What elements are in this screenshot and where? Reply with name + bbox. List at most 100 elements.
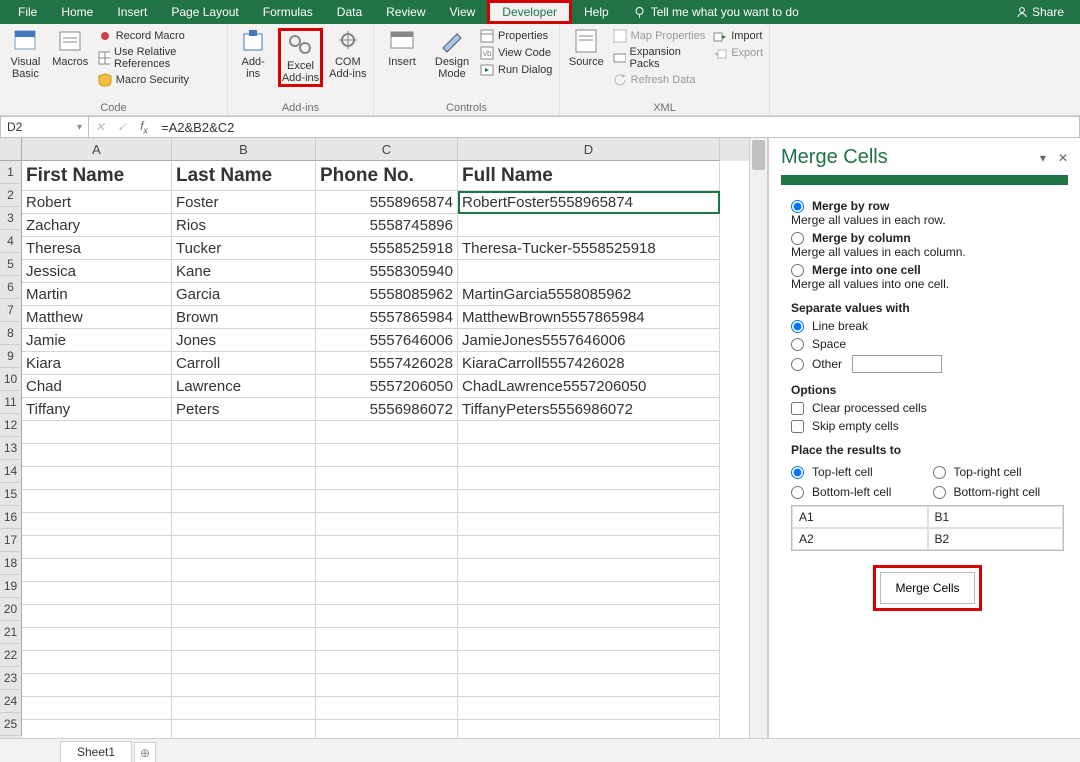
row-header[interactable]: 19 (0, 575, 22, 598)
cell-last[interactable]: Peters (172, 398, 316, 421)
empty-cell[interactable] (316, 697, 458, 720)
empty-cell[interactable] (172, 444, 316, 467)
select-all-corner[interactable] (0, 138, 22, 161)
empty-cell[interactable] (316, 536, 458, 559)
place-br-radio[interactable] (933, 486, 946, 499)
empty-cell[interactable] (316, 467, 458, 490)
empty-cell[interactable] (316, 490, 458, 513)
taskpane-menu-button[interactable]: ▾ (1040, 151, 1046, 165)
row-header[interactable]: 22 (0, 644, 22, 667)
result-cell-b1[interactable]: B1 (928, 506, 1064, 528)
empty-cell[interactable] (172, 421, 316, 444)
macros-button[interactable]: Macros (51, 28, 90, 68)
empty-cell[interactable] (22, 651, 172, 674)
clear-processed-checkbox[interactable] (791, 402, 804, 415)
cell-phone[interactable]: 5558965874 (316, 191, 458, 214)
sep-other-radio[interactable] (791, 358, 804, 371)
export-button[interactable]: Export (713, 45, 763, 61)
menu-developer[interactable]: Developer (490, 3, 569, 21)
empty-cell[interactable] (458, 582, 720, 605)
empty-cell[interactable] (316, 444, 458, 467)
row-header[interactable]: 4 (0, 230, 22, 253)
row-header[interactable]: 11 (0, 391, 22, 414)
empty-cell[interactable] (22, 674, 172, 697)
merge-by-column-option[interactable]: Merge by column (791, 231, 1064, 245)
insert-control-button[interactable]: Insert (380, 28, 424, 68)
menu-review[interactable]: Review (374, 0, 437, 24)
clear-processed-option[interactable]: Clear processed cells (791, 401, 1064, 415)
cell-first[interactable]: Tiffany (22, 398, 172, 421)
enter-formula-button[interactable]: ✓ (111, 120, 133, 134)
cell-last[interactable]: Rios (172, 214, 316, 237)
view-code-button[interactable]: vbView Code (480, 45, 552, 61)
cell-full[interactable] (458, 260, 720, 283)
cell-last[interactable]: Garcia (172, 283, 316, 306)
header-cell[interactable]: First Name (22, 161, 172, 191)
empty-cell[interactable] (22, 467, 172, 490)
empty-cell[interactable] (458, 605, 720, 628)
cell-last[interactable]: Foster (172, 191, 316, 214)
import-button[interactable]: Import (713, 28, 763, 44)
cell-phone[interactable]: 5558085962 (316, 283, 458, 306)
header-cell[interactable]: Last Name (172, 161, 316, 191)
empty-cell[interactable] (458, 444, 720, 467)
merge-by-row-option[interactable]: Merge by row (791, 199, 1064, 213)
expansion-packs-button[interactable]: Expansion Packs (613, 45, 708, 71)
menu-home[interactable]: Home (49, 0, 105, 24)
cell-first[interactable]: Robert (22, 191, 172, 214)
place-tr-radio[interactable] (933, 466, 946, 479)
cell-last[interactable]: Brown (172, 306, 316, 329)
empty-cell[interactable] (22, 720, 172, 738)
col-header-b[interactable]: B (172, 138, 316, 161)
row-header[interactable]: 8 (0, 322, 22, 345)
row-header[interactable]: 21 (0, 621, 22, 644)
cell-first[interactable]: Chad (22, 375, 172, 398)
row-header[interactable]: 12 (0, 414, 22, 437)
empty-cell[interactable] (458, 513, 720, 536)
cell-last[interactable]: Jones (172, 329, 316, 352)
empty-cell[interactable] (316, 628, 458, 651)
sep-line-break-radio[interactable] (791, 320, 804, 333)
empty-cell[interactable] (458, 720, 720, 738)
row-header[interactable]: 2 (0, 184, 22, 207)
add-sheet-button[interactable]: ⊕ (134, 742, 156, 762)
cancel-formula-button[interactable]: ✕ (89, 120, 111, 134)
row-header[interactable]: 18 (0, 552, 22, 575)
empty-cell[interactable] (22, 421, 172, 444)
empty-cell[interactable] (316, 674, 458, 697)
row-header[interactable]: 13 (0, 437, 22, 460)
place-bottom-left[interactable]: Bottom-left cell (791, 485, 923, 499)
macro-security-button[interactable]: Macro Security (98, 72, 221, 88)
cell-phone[interactable]: 5558305940 (316, 260, 458, 283)
place-bottom-right[interactable]: Bottom-right cell (933, 485, 1065, 499)
cell-first[interactable]: Kiara (22, 352, 172, 375)
empty-cell[interactable] (316, 582, 458, 605)
empty-cell[interactable] (458, 628, 720, 651)
empty-cell[interactable] (458, 536, 720, 559)
empty-cell[interactable] (22, 628, 172, 651)
sep-other-input[interactable] (852, 355, 942, 373)
empty-cell[interactable] (172, 697, 316, 720)
com-addins-button[interactable]: COM Add-ins (329, 28, 367, 80)
menu-page-layout[interactable]: Page Layout (159, 0, 250, 24)
formula-input[interactable]: =A2&B2&C2 (155, 120, 1079, 135)
empty-cell[interactable] (316, 605, 458, 628)
row-header[interactable]: 6 (0, 276, 22, 299)
header-cell[interactable]: Full Name (458, 161, 720, 191)
cell-phone[interactable]: 5557426028 (316, 352, 458, 375)
empty-cell[interactable] (172, 559, 316, 582)
col-header-a[interactable]: A (22, 138, 172, 161)
empty-cell[interactable] (172, 582, 316, 605)
empty-cell[interactable] (316, 559, 458, 582)
empty-cell[interactable] (22, 444, 172, 467)
cell-phone[interactable]: 5557206050 (316, 375, 458, 398)
empty-cell[interactable] (172, 490, 316, 513)
skip-empty-checkbox[interactable] (791, 420, 804, 433)
empty-cell[interactable] (458, 697, 720, 720)
cell-first[interactable]: Jamie (22, 329, 172, 352)
cell-full[interactable] (458, 214, 720, 237)
scroll-thumb[interactable] (752, 140, 765, 170)
empty-cell[interactable] (22, 536, 172, 559)
row-header[interactable]: 24 (0, 690, 22, 713)
sep-space-radio[interactable] (791, 338, 804, 351)
